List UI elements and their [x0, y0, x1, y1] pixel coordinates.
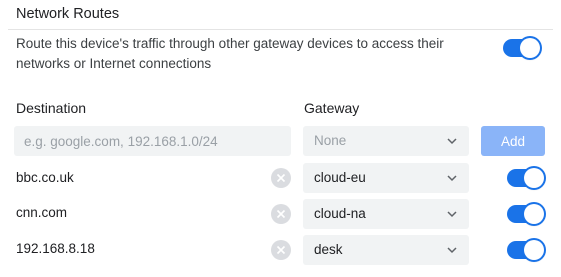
route-gateway-select[interactable]: desk [303, 235, 469, 265]
chevron-down-icon [447, 138, 457, 145]
toggle-knob [524, 168, 544, 188]
remove-route-button[interactable] [271, 168, 291, 188]
route-enabled-toggle[interactable] [507, 240, 545, 260]
toggle-knob [524, 240, 544, 260]
route-destination: 192.168.8.18 [16, 241, 95, 256]
chevron-down-icon [447, 211, 457, 218]
route-gateway-select[interactable]: cloud-na [303, 199, 469, 229]
toggle-knob [524, 204, 544, 224]
route-destination: bbc.co.uk [16, 170, 74, 185]
destination-column-header: Destination [16, 100, 87, 116]
section-title: Network Routes [16, 6, 120, 22]
destination-input[interactable] [14, 126, 291, 156]
remove-route-button[interactable] [271, 240, 291, 260]
gateway-column-header: Gateway [304, 100, 360, 116]
route-enabled-toggle[interactable] [507, 168, 545, 188]
section-divider [8, 29, 553, 30]
close-circle-icon [276, 173, 286, 183]
gateway-select-value: cloud-na [314, 206, 366, 221]
add-route-button[interactable]: Add [481, 126, 545, 156]
gateway-select-value: cloud-eu [314, 170, 366, 185]
gateway-select-value: None [314, 133, 347, 148]
remove-route-button[interactable] [271, 204, 291, 224]
close-circle-icon [276, 245, 286, 255]
network-routes-toggle[interactable] [503, 38, 541, 58]
chevron-down-icon [447, 175, 457, 182]
section-description: Route this device's traffic through othe… [16, 36, 444, 71]
close-circle-icon [276, 209, 286, 219]
toggle-knob [520, 38, 540, 58]
new-route-gateway-select[interactable]: None [303, 126, 469, 156]
route-enabled-toggle[interactable] [507, 204, 545, 224]
route-destination: cnn.com [16, 205, 68, 220]
chevron-down-icon [447, 247, 457, 254]
gateway-select-value: desk [314, 242, 343, 257]
route-gateway-select[interactable]: cloud-eu [303, 163, 469, 193]
